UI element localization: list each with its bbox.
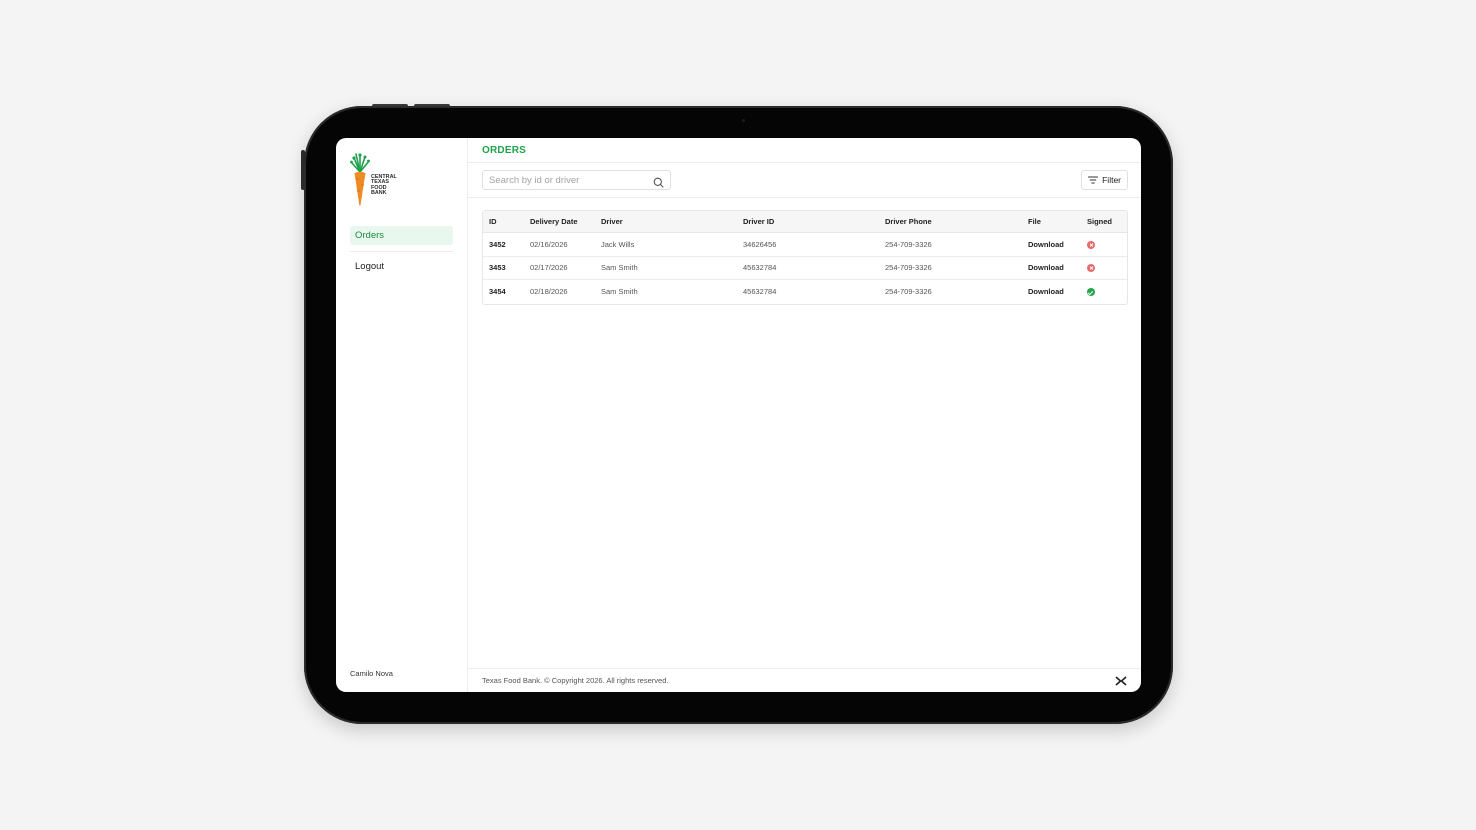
driver-phone: 254-709-3326 <box>879 233 1022 257</box>
page-footer: Texas Food Bank. © Copyright 2026. All r… <box>468 668 1141 692</box>
delivery-date: 02/16/2026 <box>524 233 595 257</box>
driver-id: 45632784 <box>743 287 777 297</box>
column-header-file: File <box>1022 211 1081 233</box>
sidebar-item-orders[interactable]: Orders <box>350 226 453 245</box>
x-circle-icon <box>1087 264 1095 273</box>
file-cell: Download <box>1022 280 1081 304</box>
filter-button[interactable]: Filter <box>1081 170 1128 190</box>
search-box <box>482 170 671 190</box>
driver-id: 34626456 <box>737 233 879 257</box>
driver-phone: 254-709-3326 <box>879 257 1022 280</box>
delivery-date: 02/18/2026 <box>530 287 568 297</box>
driver-name: Sam Smith <box>601 287 638 297</box>
brand-line: BANK <box>371 190 387 197</box>
orders-table-container: ID Delivery Date Driver Driver ID Driver… <box>468 198 1141 305</box>
page-title: ORDERS <box>482 144 526 156</box>
driver-id: 45632784 <box>737 257 879 280</box>
signed-cell <box>1081 280 1127 304</box>
current-user-name: Camilo Nova <box>350 669 393 678</box>
signed-cell <box>1081 233 1127 257</box>
column-header-signed: Signed <box>1081 211 1127 233</box>
table-row[interactable]: 3453 02/17/2026 Sam Smith 45632784 254-7… <box>483 257 1127 280</box>
copyright-text: Texas Food Bank. © Copyright 2026. All r… <box>482 676 669 685</box>
sidebar: CENTRAL TEXAS FOOD BANK Orders Logout Ca… <box>336 138 468 692</box>
table-row[interactable]: 3452 02/16/2026 Jack Wills 34626456 254-… <box>483 233 1127 257</box>
toolbar: Filter <box>468 163 1141 198</box>
brand-wordmark: CENTRAL TEXAS FOOD BANK <box>371 174 397 197</box>
search-input[interactable] <box>489 174 639 186</box>
column-header-driver-id: Driver ID <box>737 211 879 233</box>
driver-name: Jack Wills <box>595 233 737 257</box>
column-header-id: ID <box>483 211 524 233</box>
download-link[interactable]: Download <box>1028 240 1064 249</box>
filter-icon <box>1088 176 1099 184</box>
file-cell: Download <box>1022 257 1081 280</box>
table-header-row: ID Delivery Date Driver Driver ID Driver… <box>483 211 1127 233</box>
orders-table: ID Delivery Date Driver Driver ID Driver… <box>482 210 1128 305</box>
download-link[interactable]: Download <box>1028 263 1064 272</box>
page-header: ORDERS <box>468 138 1141 163</box>
carrot-logo-icon <box>350 153 370 206</box>
driver-name: Sam Smith <box>595 257 737 280</box>
table-row[interactable]: 3454 02/18/2026 Sam Smith 45632784 254-7… <box>483 280 1127 304</box>
file-cell: Download <box>1022 233 1081 257</box>
order-id: 3454 <box>489 287 506 297</box>
sidebar-item-logout[interactable]: Logout <box>350 257 453 276</box>
column-header-driver-phone: Driver Phone <box>879 211 1022 233</box>
brand-logo: CENTRAL TEXAS FOOD BANK <box>350 150 453 206</box>
order-id: 3453 <box>483 257 524 280</box>
app-screen: CENTRAL TEXAS FOOD BANK Orders Logout Ca… <box>336 138 1141 692</box>
filter-button-label: Filter <box>1102 175 1121 185</box>
camera-dot <box>742 119 745 122</box>
main-content: ORDERS Filter <box>468 138 1141 692</box>
column-header-delivery-date: Delivery Date <box>524 211 595 233</box>
check-circle-icon <box>1087 288 1095 297</box>
signed-cell <box>1081 257 1127 280</box>
search-icon[interactable] <box>653 175 664 193</box>
x-circle-icon <box>1087 240 1095 249</box>
download-link[interactable]: Download <box>1028 287 1064 296</box>
driver-phone: 254-709-3326 <box>885 287 932 297</box>
column-header-driver: Driver <box>595 211 737 233</box>
brand-x-icon <box>1115 675 1127 686</box>
nav-divider <box>350 251 453 252</box>
order-id: 3452 <box>483 233 524 257</box>
sidebar-nav: Orders Logout <box>350 226 453 276</box>
delivery-date: 02/17/2026 <box>524 257 595 280</box>
